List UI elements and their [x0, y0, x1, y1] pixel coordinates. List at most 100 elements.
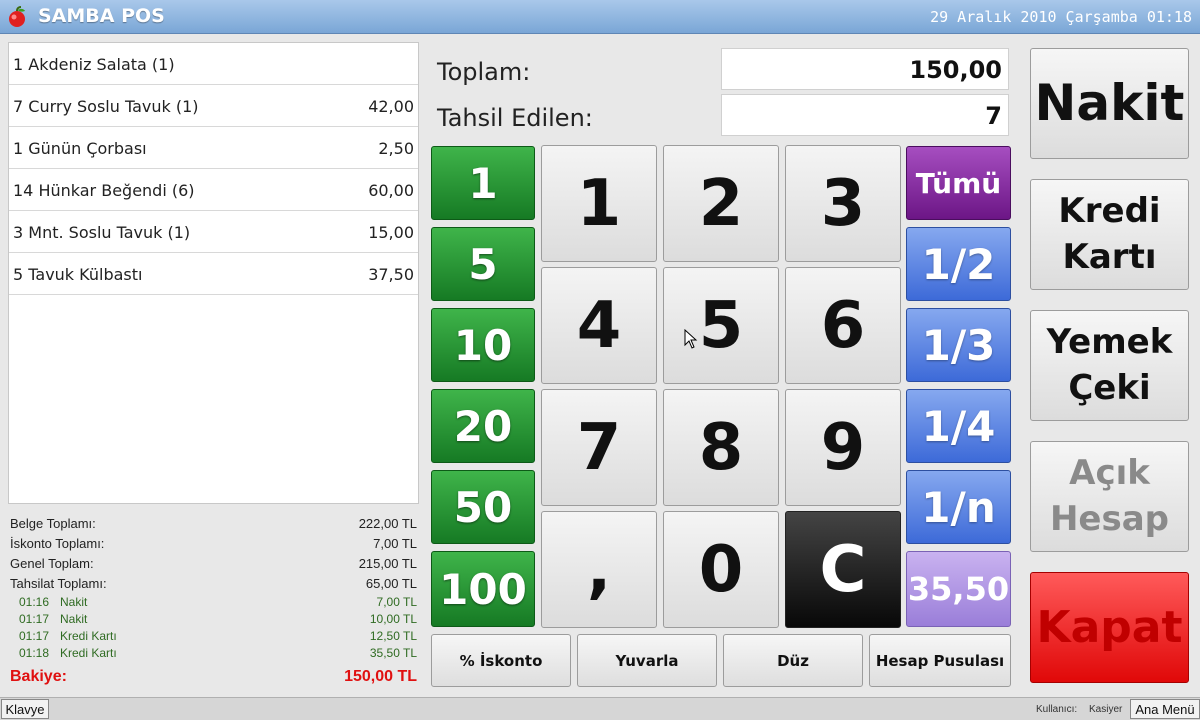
split-half-button[interactable]: 1/2 — [906, 227, 1011, 301]
order-item-price: 42,00 — [368, 97, 414, 116]
keypad-4-button[interactable]: 4 — [541, 267, 657, 384]
quick-amount-10-button[interactable]: 10 — [431, 308, 535, 382]
payment-row: 01:17 Kredi Kartı 12,50 TL — [8, 628, 419, 645]
keypad-8-button[interactable]: 8 — [663, 389, 779, 506]
order-item[interactable]: 1 Akdeniz Salata (1) — [9, 43, 418, 85]
order-item[interactable]: 1 Günün Çorbası 2,50 — [9, 127, 418, 169]
order-item[interactable]: 7 Curry Soslu Tavuk (1) 42,00 — [9, 85, 418, 127]
genel-total-value: 215,00 TL — [358, 556, 417, 571]
tahsilat-total-label: Tahsilat Toplamı: — [10, 576, 107, 591]
tahsilat-total-value: 65,00 TL — [365, 576, 417, 591]
datetime: 29 Aralık 2010 Çarşamba 01:18 — [930, 8, 1192, 26]
meal-voucher-label-line2: Çeki — [1068, 367, 1151, 408]
toplam-value: 150,00 — [721, 48, 1009, 90]
cash-payment-button[interactable]: Nakit — [1030, 48, 1189, 159]
main-menu-button[interactable]: Ana Menü — [1130, 699, 1200, 719]
order-item-name: 1 Günün Çorbası — [13, 139, 147, 158]
status-bar: Klavye Kullanıcı: Kasiyer Ana Menü — [0, 697, 1200, 720]
tahsil-edilen-input[interactable]: 7 — [721, 94, 1009, 136]
iskonto-total-row: İskonto Toplamı: 7,00 TL — [8, 534, 419, 554]
order-item-price: 37,50 — [368, 265, 414, 284]
user-label: Kullanıcı: — [1036, 704, 1078, 715]
payment-amount: 10,00 TL — [369, 612, 417, 626]
keypad-clear-button[interactable]: C — [785, 511, 901, 628]
order-item-name: 3 Mnt. Soslu Tavuk (1) — [13, 223, 191, 242]
genel-total-row: Genel Toplam: 215,00 TL — [8, 554, 419, 574]
payment-type: Kredi Kartı — [60, 646, 117, 660]
payment-type: Kredi Kartı — [60, 629, 117, 643]
order-item[interactable]: 14 Hünkar Beğendi (6) 60,00 — [9, 169, 418, 211]
quick-amount-5-button[interactable]: 5 — [431, 227, 535, 301]
payment-time: 01:16 — [19, 595, 50, 609]
split-third-button[interactable]: 1/3 — [906, 308, 1011, 382]
keyboard-button[interactable]: Klavye — [1, 699, 49, 719]
payment-row: 01:17 Nakit 10,00 TL — [8, 611, 419, 628]
meal-voucher-payment-button[interactable]: Yemek Çeki — [1030, 310, 1189, 421]
payment-type: Nakit — [60, 612, 88, 626]
keypad-5-button[interactable]: 5 — [663, 267, 779, 384]
open-account-label-line2: Hesap — [1049, 498, 1170, 539]
close-bill-button[interactable]: Kapat — [1030, 572, 1189, 683]
open-account-payment-button[interactable]: Açık Hesap — [1030, 441, 1189, 552]
split-all-button[interactable]: Tümü — [906, 146, 1011, 220]
round-button[interactable]: Yuvarla — [577, 634, 717, 687]
order-item[interactable]: 5 Tavuk Külbastı 37,50 — [9, 253, 418, 295]
keypad-0-button[interactable]: 0 — [663, 511, 779, 628]
payment-amount: 12,50 TL — [369, 629, 417, 643]
payment-type: Nakit — [60, 595, 88, 609]
payment-time: 01:17 — [19, 612, 50, 626]
keypad-9-button[interactable]: 9 — [785, 389, 901, 506]
bakiye-row: Bakiye: 150,00 TL — [8, 666, 419, 690]
split-quarter-button[interactable]: 1/4 — [906, 389, 1011, 463]
keypad-comma-button[interactable]: , — [541, 511, 657, 628]
order-item-price: 60,00 — [368, 181, 414, 200]
order-item-name: 1 Akdeniz Salata (1) — [13, 55, 175, 74]
payment-amount: 7,00 TL — [376, 595, 417, 609]
toplam-label: Toplam: — [437, 58, 531, 86]
order-item-price: 15,00 — [368, 223, 414, 242]
credit-card-payment-button[interactable]: Kredi Kartı — [1030, 179, 1189, 290]
bakiye-value: 150,00 TL — [344, 668, 417, 685]
tahsilat-total-row: Tahsilat Toplamı: 65,00 TL — [8, 574, 419, 594]
keypad-1-button[interactable]: 1 — [541, 145, 657, 262]
apple-icon — [9, 6, 25, 27]
credit-card-label-line1: Kredi — [1058, 190, 1161, 231]
quick-amount-20-button[interactable]: 20 — [431, 389, 535, 463]
genel-total-label: Genel Toplam: — [10, 556, 94, 571]
keypad-6-button[interactable]: 6 — [785, 267, 901, 384]
order-item-name: 5 Tavuk Külbastı — [13, 265, 143, 284]
open-account-label-line1: Açık — [1069, 452, 1150, 493]
quick-amount-100-button[interactable]: 100 — [431, 551, 535, 627]
keypad-3-button[interactable]: 3 — [785, 145, 901, 262]
order-item[interactable]: 3 Mnt. Soslu Tavuk (1) 15,00 — [9, 211, 418, 253]
belge-total-row: Belge Toplamı: 222,00 TL — [8, 514, 419, 534]
flatten-button[interactable]: Düz — [723, 634, 863, 687]
totals-summary: Belge Toplamı: 222,00 TL İskonto Toplamı:… — [8, 514, 419, 690]
order-item-name: 7 Curry Soslu Tavuk (1) — [13, 97, 199, 116]
payment-row: 01:16 Nakit 7,00 TL — [8, 594, 419, 611]
order-item-price: 2,50 — [378, 139, 414, 158]
belge-total-value: 222,00 TL — [358, 516, 417, 531]
belge-total-label: Belge Toplamı: — [10, 516, 96, 531]
iskonto-total-value: 7,00 TL — [373, 536, 417, 551]
quick-amount-50-button[interactable]: 50 — [431, 470, 535, 544]
user-name: Kasiyer — [1089, 704, 1123, 715]
payment-time: 01:18 — [19, 646, 50, 660]
credit-card-label-line2: Kartı — [1062, 236, 1157, 277]
payment-time: 01:17 — [19, 629, 50, 643]
order-item-name: 14 Hünkar Beğendi (6) — [13, 181, 195, 200]
quick-amount-1-button[interactable]: 1 — [431, 146, 535, 220]
discount-button[interactable]: % İskonto — [431, 634, 571, 687]
split-amount-button[interactable]: 35,50 — [906, 551, 1011, 627]
keypad-2-button[interactable]: 2 — [663, 145, 779, 262]
title-bar: SAMBA POS 29 Aralık 2010 Çarşamba 01:18 — [0, 0, 1200, 34]
split-n-button[interactable]: 1/n — [906, 470, 1011, 544]
payment-amount: 35,50 TL — [369, 646, 417, 660]
order-list[interactable]: 1 Akdeniz Salata (1) 7 Curry Soslu Tavuk… — [8, 42, 419, 504]
tahsil-edilen-label: Tahsil Edilen: — [437, 104, 593, 132]
bill-print-button[interactable]: Hesap Pusulası — [869, 634, 1011, 687]
keypad-7-button[interactable]: 7 — [541, 389, 657, 506]
payment-row: 01:18 Kredi Kartı 35,50 TL — [8, 645, 419, 662]
bakiye-label: Bakiye: — [10, 668, 67, 685]
meal-voucher-label-line1: Yemek — [1046, 321, 1173, 362]
